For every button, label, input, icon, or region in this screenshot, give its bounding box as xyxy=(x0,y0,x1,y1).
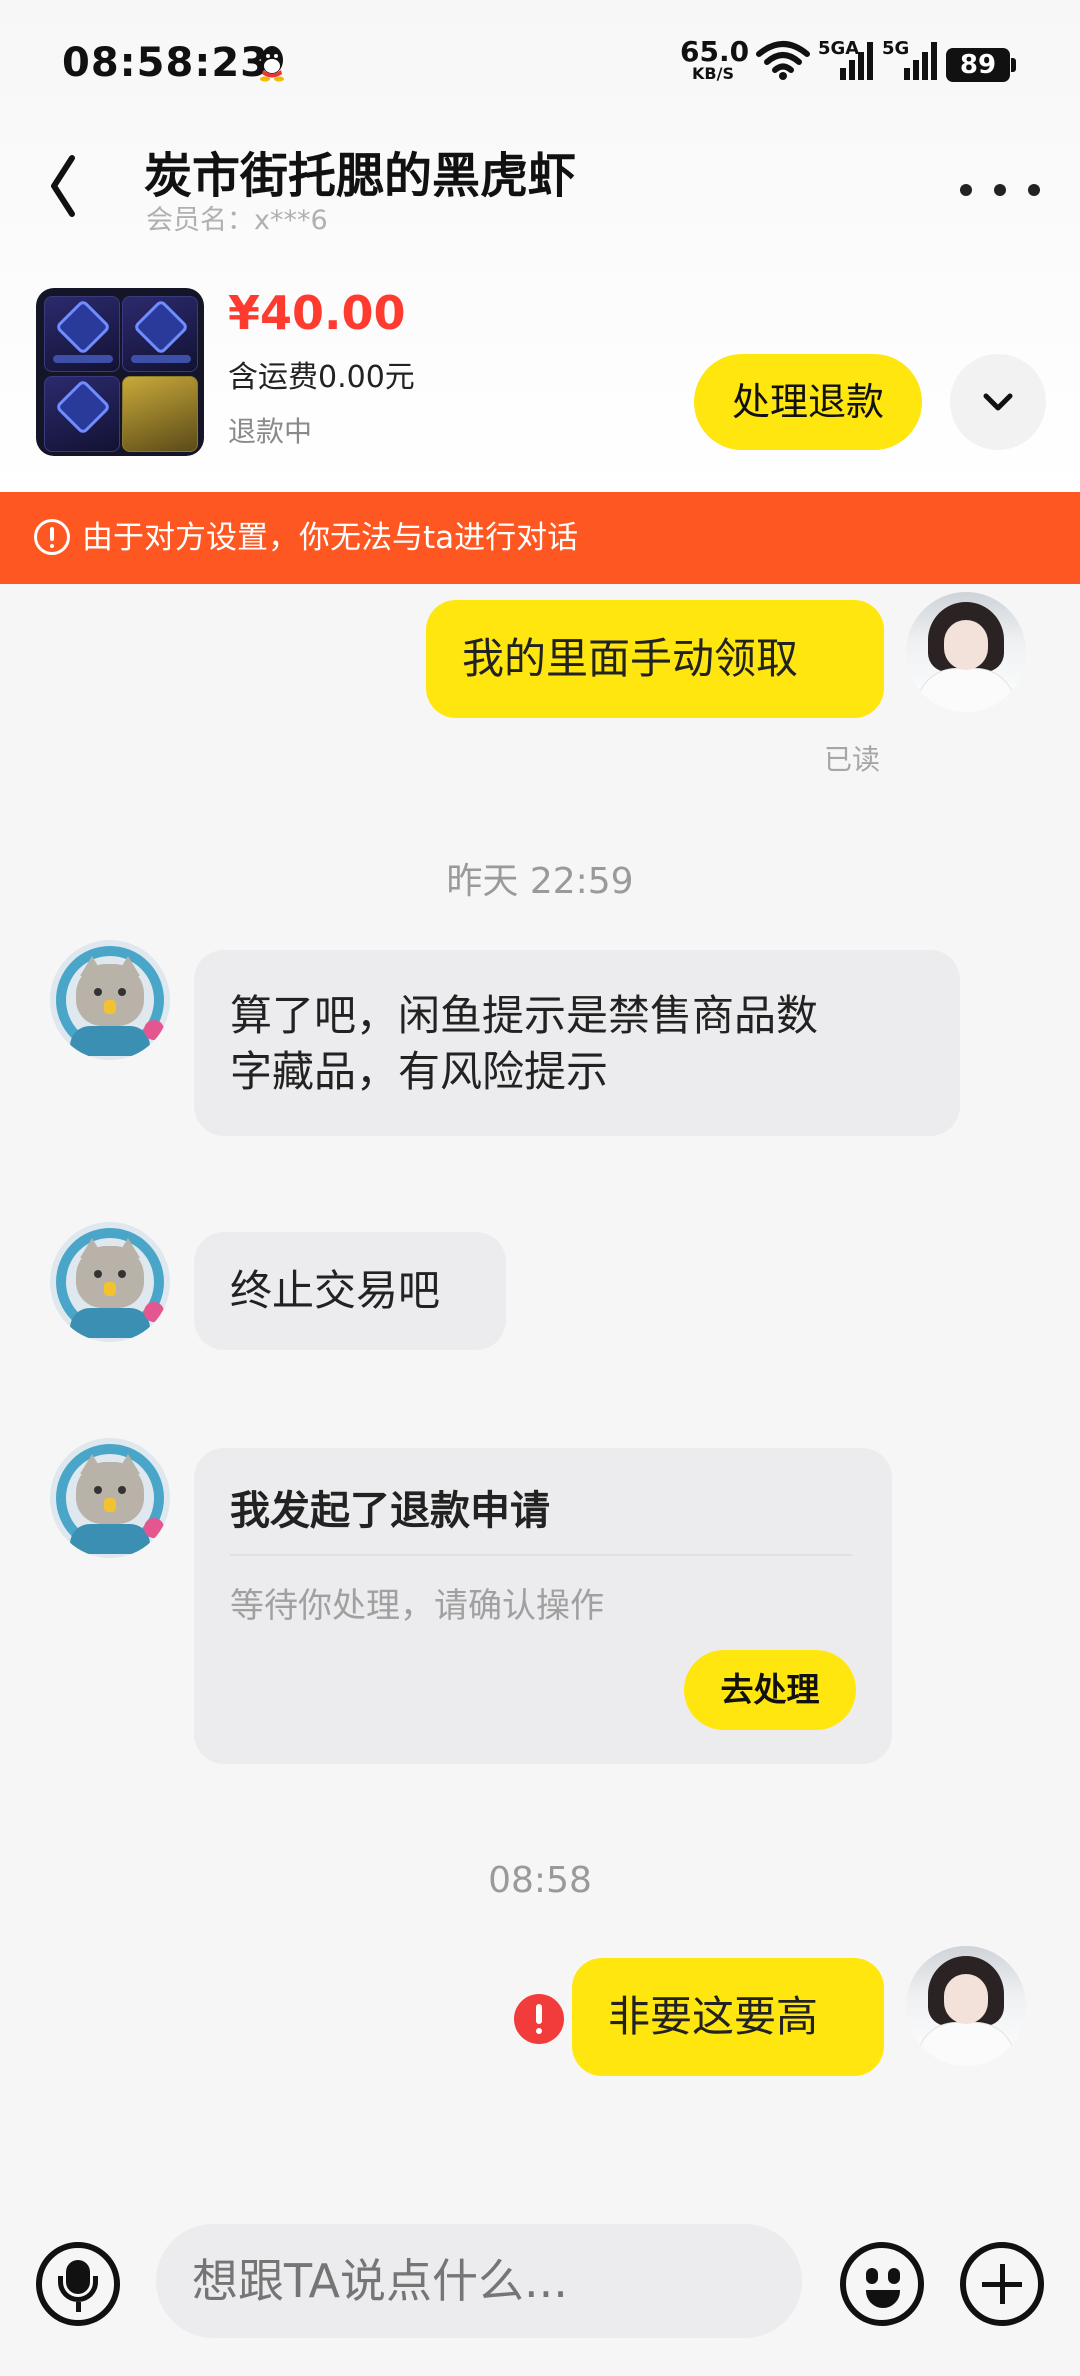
chevron-down-icon xyxy=(983,393,1013,411)
dot-icon xyxy=(960,184,972,196)
wifi-icon xyxy=(756,41,810,80)
message-bubble-received[interactable]: 算了吧，闲鱼提示是禁售商品数 字藏品，有风险提示 xyxy=(194,950,960,1136)
message-text: 非要这要高 xyxy=(608,1992,819,2041)
send-failed-icon[interactable] xyxy=(514,1994,564,2044)
avatar-contact[interactable] xyxy=(50,1222,170,1342)
message-text: 我的里面手动领取 xyxy=(462,634,799,683)
dot-icon xyxy=(994,184,1006,196)
product-card: ¥40.00 含运费0.00元 退款中 处理退款 xyxy=(0,270,1080,470)
message-bubble-sent[interactable]: 我的里面手动领取 xyxy=(426,600,884,718)
chat-header: 炭市街托腮的黑虎虾 会员名：x***6 xyxy=(0,120,1080,250)
card-description: 等待你处理，请确认操作 xyxy=(230,1586,604,1626)
product-thumbnail[interactable] xyxy=(36,288,204,456)
battery-indicator: 89 xyxy=(946,48,1010,82)
message-text-line: 字藏品，有风险提示 xyxy=(230,1047,609,1096)
avatar-contact[interactable] xyxy=(50,1438,170,1558)
signal-icon-sim2: 5G xyxy=(882,38,940,86)
status-bar: 08:58:23 65.0 KB/S 5GA 5G 89 xyxy=(0,0,1080,120)
input-bar xyxy=(0,2196,1080,2376)
read-receipt: 已读 xyxy=(824,743,881,776)
emoji-icon[interactable] xyxy=(840,2242,924,2326)
go-handle-button[interactable]: 去处理 xyxy=(684,1650,856,1730)
warning-text: 由于对方设置，你无法与ta进行对话 xyxy=(82,520,579,556)
network-speed: 65.0 KB/S xyxy=(680,35,750,83)
dot-icon xyxy=(1028,184,1040,196)
signal-icon-sim1: 5GA xyxy=(818,38,876,86)
handle-refund-button[interactable]: 处理退款 xyxy=(694,354,922,450)
message-bubble-sent[interactable]: 非要这要高 xyxy=(572,1958,884,2076)
card-divider xyxy=(230,1554,852,1556)
more-options-button[interactable] xyxy=(960,170,1040,210)
status-time: 08:58:23 xyxy=(62,40,269,86)
alert-icon xyxy=(34,519,70,555)
battery-tip xyxy=(1011,58,1016,72)
plus-icon[interactable] xyxy=(960,2242,1044,2326)
message-input[interactable] xyxy=(156,2224,802,2338)
expand-button[interactable] xyxy=(950,354,1046,450)
order-status: 退款中 xyxy=(228,415,313,448)
member-name: 会员名：x***6 xyxy=(146,205,328,236)
shipping-fee: 含运费0.00元 xyxy=(228,360,415,395)
timestamp: 昨天 22:59 xyxy=(446,861,634,902)
contact-name: 炭市街托腮的黑虎虾 xyxy=(144,148,577,204)
warning-banner: 由于对方设置，你无法与ta进行对话 xyxy=(0,492,1080,584)
microphone-icon[interactable] xyxy=(36,2242,120,2326)
avatar-self[interactable] xyxy=(906,1946,1026,2066)
card-title: 我发起了退款申请 xyxy=(230,1488,550,1534)
message-text-line: 算了吧，闲鱼提示是禁售商品数 xyxy=(230,991,819,1040)
avatar-contact[interactable] xyxy=(50,940,170,1060)
message-text: 终止交易吧 xyxy=(230,1266,441,1315)
qq-icon xyxy=(260,46,284,82)
refund-request-card[interactable]: 我发起了退款申请 等待你处理，请确认操作 去处理 xyxy=(194,1448,892,1764)
timestamp: 08:58 xyxy=(488,1860,592,1901)
avatar-self[interactable] xyxy=(906,592,1026,712)
product-price: ¥40.00 xyxy=(228,286,406,340)
back-button[interactable] xyxy=(40,146,110,226)
message-bubble-received[interactable]: 终止交易吧 xyxy=(194,1232,506,1350)
